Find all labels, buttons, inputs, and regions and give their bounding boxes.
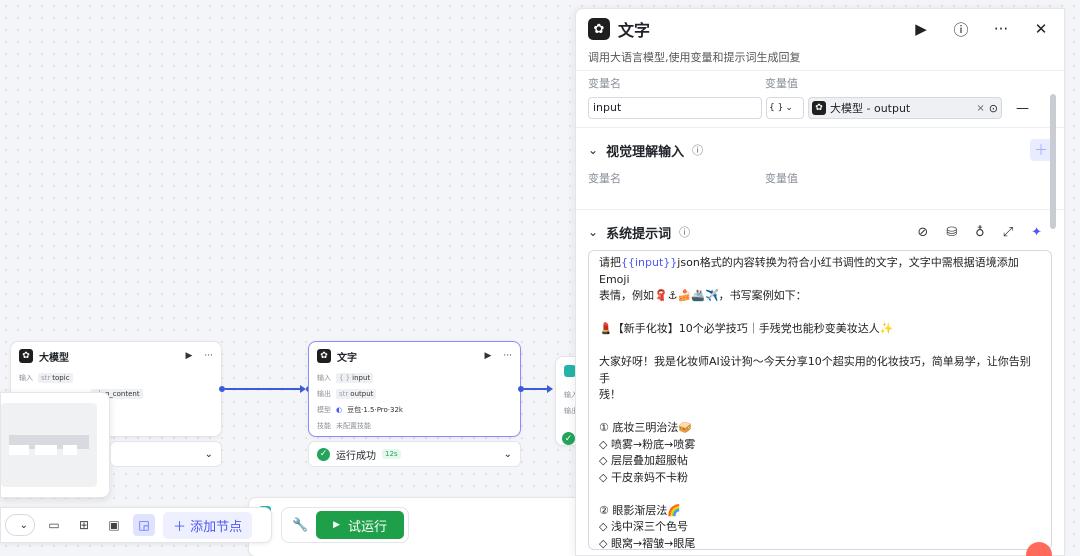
system-prompt-editor[interactable]: 请把{{input}}json格式的内容转换为符合小红书调性的文字，文字中需根据… — [588, 250, 1052, 550]
layout-icon[interactable]: ⊞ — [73, 514, 95, 536]
skill-label: 技能 — [317, 422, 331, 430]
model-value: 豆包·1.5·Pro·32k — [347, 406, 403, 414]
input-tag: { } input — [336, 373, 374, 383]
more-icon[interactable]: ··· — [204, 351, 213, 361]
play-icon[interactable]: ▶ — [910, 20, 932, 38]
more-icon[interactable]: ··· — [990, 20, 1012, 38]
run-status: 运行成功 — [336, 450, 376, 462]
minimap-viewport — [1, 403, 97, 487]
text-node-title: 文字 — [337, 352, 357, 364]
chevron-down-icon[interactable]: ⌄ — [588, 225, 598, 239]
prompt-variable-token[interactable]: {{input}} — [621, 256, 677, 269]
test-run-button[interactable]: ▶ 试运行 — [316, 511, 404, 539]
prompt-line: 请把{{input}}json格式的内容转换为符合小红书调性的文字，文字中需根据… — [599, 256, 1019, 286]
var-name-label: 变量名 — [588, 172, 621, 185]
prompt-line: ① 底妆三明治法🥪 — [599, 421, 693, 434]
node-config-panel: ✿ 文字 ▶ ⓘ ··· ✕ 调用大语言模型,使用变量和提示词生成回复 变量名 … — [575, 8, 1065, 556]
target-icon[interactable]: ⊙ — [989, 102, 998, 115]
expand-icon[interactable]: ⤢ — [1003, 225, 1013, 240]
next-success-icon: ✓ — [562, 432, 575, 445]
prompt-line: ◇ 干皮亲妈不卡粉 — [599, 470, 688, 484]
chevron-down-icon: ⌄ — [503, 448, 512, 460]
compass-icon[interactable]: ⊘ — [917, 225, 928, 240]
wrench-icon[interactable]: 🔧 — [292, 518, 308, 533]
input-label: 输入 — [19, 374, 33, 382]
prompt-line: 残！ — [599, 388, 621, 401]
more-icon[interactable]: ··· — [503, 351, 512, 361]
play-icon[interactable]: ▶ — [185, 351, 192, 361]
close-icon[interactable]: ✕ — [1030, 20, 1052, 38]
input-label: 输入 — [317, 374, 331, 382]
prompt-line — [599, 404, 1041, 421]
add-node-button[interactable]: ＋ 添加节点 — [163, 511, 253, 539]
llm-logo-icon: ✿ — [19, 349, 33, 363]
chevron-down-icon: ⌄ — [204, 448, 213, 460]
var-value-label: 变量值 — [765, 172, 798, 185]
prompt-line: ◇ 喷雾→粉底→喷雾 — [599, 437, 696, 451]
panel-title: 文字 — [618, 21, 651, 40]
llm-status-bar[interactable]: ⌄ — [110, 441, 222, 467]
clear-icon[interactable]: × — [976, 103, 984, 114]
play-icon: ▶ — [333, 520, 341, 530]
ai-sparkle-icon[interactable]: ✦ — [1031, 225, 1042, 240]
zoom-select[interactable]: ⌄ — [5, 514, 35, 536]
vision-section-title: 视觉理解输入 — [606, 144, 685, 160]
edge-text-to-next — [524, 388, 548, 390]
run-time-badge: 12s — [382, 449, 401, 459]
text-logo-icon: ✿ — [317, 349, 331, 363]
bulb-icon[interactable]: ♁ — [975, 225, 985, 240]
vision-section: ⌄ 视觉理解输入 ⓘ ＋ 变量名 变量值 — [576, 134, 1064, 210]
system-prompt-title: 系统提示词 — [606, 226, 672, 242]
image-icon[interactable]: ▣ — [103, 514, 125, 536]
text-node[interactable]: ✿ 文字 ▶ ··· 输入 { } input 输出 str output 模型 ◐… — [308, 341, 521, 437]
model-label: 模型 — [317, 406, 331, 414]
llm-logo-icon: ✿ — [812, 101, 826, 115]
edge-llm-to-text — [225, 388, 301, 390]
prompt-line — [599, 305, 1041, 322]
panel-logo-icon: ✿ — [588, 18, 610, 40]
success-icon: ✓ — [317, 447, 330, 461]
output-tag: str output — [336, 389, 377, 399]
chevron-down-icon: ⌄ — [785, 103, 793, 113]
var-value-select[interactable]: ✿ 大模型 - output × ⊙ — [808, 97, 1002, 119]
system-prompt-section: ⌄ 系统提示词 ⓘ ⊘ ⛁ ♁ ⤢ ✦ 请把{{input}}json格式的内容… — [576, 216, 1064, 550]
panel-description: 调用大语言模型,使用变量和提示词生成回复 — [576, 49, 1064, 71]
var-type-select[interactable]: { } ⌄ — [766, 97, 804, 119]
canvas-toolbar: ⌄ ▭ ⊞ ▣ ◲ ＋ 添加节点 — [0, 507, 272, 543]
model-icon: ◐ — [336, 406, 343, 414]
comment-icon[interactable]: ▭ — [43, 514, 65, 536]
input-tag: str topic — [38, 373, 73, 383]
llm-node-title: 大模型 — [39, 352, 69, 364]
skill-value: 未配置技能 — [336, 422, 371, 430]
minimap-icon[interactable]: ◲ — [133, 514, 155, 536]
info-icon[interactable]: ⓘ — [692, 142, 703, 158]
panel-scrollbar[interactable] — [1050, 94, 1056, 229]
prompt-line: 💄【新手化妆】10个必学技巧｜手残党也能秒变美妆达人✨ — [599, 322, 894, 335]
plus-icon: ＋ — [173, 519, 187, 535]
output-label: 输出 — [317, 390, 331, 398]
text-status-bar[interactable]: ✓ 运行成功 12s ⌄ — [308, 441, 521, 467]
input-section: 变量名 变量值 input { } ⌄ ✿ 大模型 - output × ⊙ — — [576, 71, 1064, 128]
prompt-line: ◇ 眼窝→褶皱→眼尾 — [599, 536, 696, 550]
prompt-line: ② 眼影渐层法🌈 — [599, 503, 682, 517]
prompt-line: ◇ 层层叠加超服帖 — [599, 454, 688, 467]
template-icon[interactable]: ⛁ — [946, 225, 957, 240]
add-vision-input-button[interactable]: ＋ — [1030, 139, 1052, 161]
minimap[interactable] — [0, 392, 110, 498]
prompt-line: 大家好呀！我是化妆师AI设计狗～今天分享10个超实用的化妆技巧，简单易学，让你告… — [599, 355, 1031, 385]
info-icon[interactable]: ⓘ — [679, 224, 690, 240]
var-name-input[interactable]: input — [588, 97, 762, 119]
edge-arrow-icon — [547, 385, 553, 393]
var-name-label: 变量名 — [588, 77, 621, 90]
remove-var-icon[interactable]: — — [1016, 101, 1029, 116]
prompt-line: 表情，例如🧣⚓🍰🚢✈️，书写案例如下： — [599, 289, 807, 302]
play-icon[interactable]: ▶ — [484, 351, 491, 361]
run-group: 🔧 ▶ 试运行 — [281, 507, 409, 543]
prompt-line — [599, 338, 1041, 355]
prompt-line — [599, 486, 1041, 503]
var-value-label: 变量值 — [765, 77, 798, 90]
prompt-line: ◇ 浅中深三个色号 — [599, 520, 688, 533]
chevron-down-icon[interactable]: ⌄ — [588, 143, 598, 157]
help-icon[interactable]: ⓘ — [950, 19, 972, 40]
